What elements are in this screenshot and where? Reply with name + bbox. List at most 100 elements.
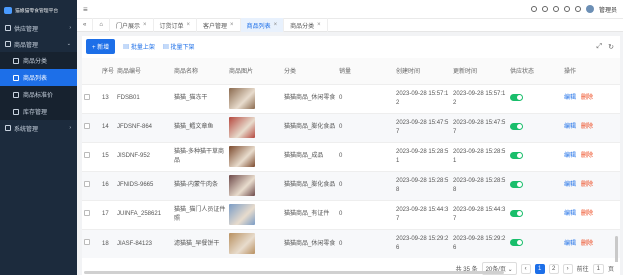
horizontal-scrollbar[interactable] [84,271,504,274]
sidebar-item-category[interactable]: 商品分类 [0,52,77,69]
home-icon: ⌂ [99,22,103,28]
batch-down-button[interactable]: ▤ 批量下架 [163,42,195,51]
edit-button[interactable]: 编辑 [564,95,576,101]
supply-status-toggle[interactable] [510,239,523,247]
fullscreen-icon[interactable] [541,6,548,12]
tab-orders[interactable]: 订货订单 × [154,18,198,32]
index-cell: 18 [100,228,115,258]
status-cell [508,228,562,258]
add-button[interactable]: + 新增 [86,38,116,54]
edit-button[interactable]: 编辑 [564,241,576,247]
next-page-button[interactable]: › [562,263,573,274]
menu-toggle-icon[interactable]: ≡ [83,5,88,14]
batch-down-label: 批量下架 [170,44,195,51]
refresh-icon[interactable]: ↻ [608,43,614,51]
close-icon[interactable]: × [143,22,147,28]
product-image[interactable] [229,117,255,138]
supply-status-toggle[interactable] [510,210,523,218]
page-button-1[interactable]: 1 [534,263,545,274]
sidebar-item-standard-price[interactable]: 商品标准价 [0,86,77,103]
row-checkbox[interactable] [84,239,90,245]
name-cell: 猫猫_猫门人员证件照 [172,199,227,229]
close-icon[interactable]: × [274,22,278,28]
sidebar-menu: 供应管理 › 商品管理 ⌄ 商品分类 商品列表 商品标准价 库存管理 系统管理 … [0,20,77,136]
product-image[interactable] [229,204,255,225]
tab-product-category[interactable]: 商品分类 × [284,18,328,32]
tab-label: 门户展示 [115,23,140,30]
batch-up-button[interactable]: ▤ 批量上架 [123,42,155,51]
status-cell [508,199,562,229]
table-row[interactable]: 16 JFNIDS-9665 猫猫-内蒙牛肉条 猫猫商品_膨化食品 0 2023-09-2… [82,170,620,200]
name-cell: 猫猫_鳕文章鱼 [172,112,227,142]
sales-cell: 0 [337,83,394,113]
delete-button[interactable]: 删除 [581,211,593,217]
sidebar-group-product[interactable]: 商品管理 ⌄ [0,36,77,52]
page-button-2[interactable]: 2 [548,263,559,274]
settings-icon[interactable] [563,6,570,12]
close-icon[interactable]: × [187,22,191,28]
name-cell: 猫猫_猫冻干 [172,83,227,113]
close-icon[interactable]: × [230,22,234,28]
table-row[interactable]: 15 JISDNF-952 猫猫-多种猫干草商品 猫猫商品_成品 0 2023-09-28… [82,141,620,171]
tab-product-list[interactable]: 商品列表 × [240,18,285,32]
table-row[interactable]: 14 JFDSNF-864 猫猫_鳕文章鱼 猫猫商品_膨化食品 0 2023-09-28 … [82,112,620,142]
product-image[interactable] [229,146,255,167]
sidebar-group-system[interactable]: 系统管理 › [0,120,77,136]
row-select-cell [82,83,100,113]
row-checkbox[interactable] [84,151,90,158]
edit-button[interactable]: 编辑 [564,182,576,188]
updated-time-cell: 2023-09-28 15:47:57 [451,112,508,142]
user-name[interactable]: 管理员 [599,5,617,14]
code-cell: JUINFA_258621 [115,199,172,229]
logo-icon [4,6,12,14]
search-icon[interactable] [530,6,537,12]
supply-status-toggle[interactable] [510,94,523,102]
product-image[interactable] [229,175,255,196]
product-image[interactable] [229,233,255,255]
language-icon[interactable] [574,6,581,12]
table-row[interactable]: 17 JUINFA_258621 猫猫_猫门人员证件照 猫猫商品_有证件 0 2023-0… [82,199,620,229]
chevron-down-icon: ⌄ [66,41,71,47]
category-cell: 猫猫商品_休闲零食 [282,228,337,258]
delete-button[interactable]: 删除 [581,153,593,159]
delete-button[interactable]: 删除 [581,241,593,247]
sidebar-item-inventory[interactable]: 库存管理 [0,103,77,120]
avatar[interactable] [585,5,594,13]
supply-status-toggle[interactable] [510,181,523,189]
row-checkbox[interactable] [84,93,90,100]
updated-time-cell: 2023-09-28 15:28:58 [451,170,508,200]
action-cell: 编辑 删除 [562,199,620,229]
tab-bar: « ⌂ 门户展示 × 订货订单 × 客户管理 × 商品列表 × 商品分类 × [77,18,623,32]
delete-button[interactable]: 删除 [581,124,593,130]
status-cell [508,170,562,200]
table-row[interactable]: 18 JIASF-84123 滤猫猫_早餐饼干 猫猫商品_休闲零食 0 2023-09-2… [82,228,620,258]
prev-page-button[interactable]: ‹ [520,263,531,274]
supply-status-toggle[interactable] [510,152,523,160]
edit-button[interactable]: 编辑 [564,124,576,130]
edit-button[interactable]: 编辑 [564,153,576,159]
tab-customers[interactable]: 客户管理 × [197,18,241,32]
product-image[interactable] [229,88,255,109]
export-icon[interactable]: ⤢ [597,43,603,51]
supply-status-toggle[interactable] [510,123,523,131]
row-checkbox[interactable] [84,209,90,216]
tab-portal[interactable]: 门户展示 × [110,18,154,32]
tab-home[interactable]: ⌂ [93,18,110,32]
sidebar-group-supply[interactable]: 供应管理 › [0,20,77,36]
row-checkbox[interactable] [84,122,90,129]
sidebar-item-product-list[interactable]: 商品列表 [0,69,77,86]
name-cell: 滤猫猫_早餐饼干 [172,228,227,258]
index-cell: 14 [100,112,115,142]
row-checkbox[interactable] [84,180,90,187]
table-row[interactable]: 13 FDSB01 猫猫_猫冻干 猫猫商品_休闲零食 0 2023-09-28 15:57… [82,83,620,113]
row-select-cell [82,141,100,171]
main-content: + 新增 ▤ 批量上架 ▤ 批量下架 ⤢ ↻ 序号 商品编号 商品名称 商品图片… [82,36,620,275]
edit-button[interactable]: 编辑 [564,211,576,217]
delete-button[interactable]: 删除 [581,182,593,188]
delete-button[interactable]: 删除 [581,95,593,101]
close-icon[interactable]: × [317,22,321,28]
tab-label: 商品分类 [290,23,315,30]
bell-icon[interactable] [552,6,559,12]
tab-scroll-left[interactable]: « [77,18,94,32]
goto-page-input[interactable]: 1 [592,263,604,274]
